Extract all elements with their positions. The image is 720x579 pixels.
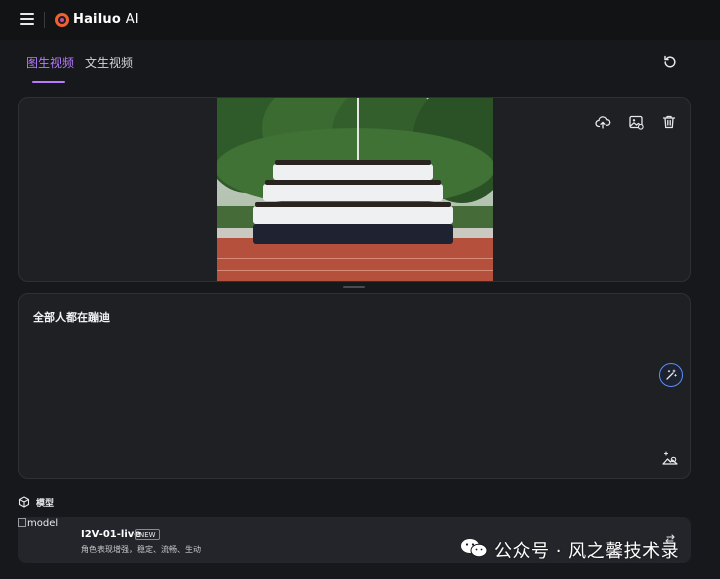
prompt-panel[interactable]: 全部人都在蹦迪 — [18, 293, 691, 479]
prompt-input[interactable]: 全部人都在蹦迪 — [33, 309, 110, 325]
tab-image-to-video[interactable]: 图生视频 — [26, 54, 74, 71]
app-logo-text[interactable]: Hailuo AI — [73, 12, 139, 27]
divider — [44, 12, 45, 28]
image-icon[interactable] — [628, 114, 644, 130]
top-bar: Hailuo AI — [0, 0, 720, 40]
model-image: model — [18, 518, 58, 529]
app-name: Hailuo — [73, 12, 121, 27]
model-name: I2V-01-live — [81, 529, 142, 540]
hamburger-menu-icon[interactable] — [20, 13, 34, 25]
trash-icon[interactable] — [661, 114, 677, 130]
watermark-text: 公众号 · 风之馨技术录 — [494, 541, 680, 562]
uploaded-group-photo — [217, 98, 493, 281]
model-section-title: 模型 — [36, 499, 55, 509]
magic-wand-button[interactable] — [659, 363, 683, 387]
magic-wand-icon — [666, 369, 677, 380]
active-tab-indicator — [32, 81, 65, 83]
new-badge: NEW — [135, 529, 160, 540]
hailuo-logo-icon[interactable] — [55, 13, 69, 27]
scene-style-icon[interactable] — [661, 449, 679, 467]
image-upload-panel[interactable] — [18, 97, 691, 282]
upload-icon[interactable] — [595, 114, 611, 130]
cube-icon — [18, 496, 30, 508]
model-image-alt: model — [27, 518, 59, 529]
refresh-icon[interactable] — [662, 54, 678, 70]
broken-image-icon — [18, 518, 26, 527]
model-description: 角色表现增强，稳定、流畅、生动 — [81, 545, 201, 554]
tab-text-to-video[interactable]: 文生视频 — [85, 54, 133, 71]
wechat-icon — [461, 539, 488, 558]
resize-handle[interactable] — [343, 286, 365, 288]
app-name-suffix: AI — [125, 12, 139, 27]
